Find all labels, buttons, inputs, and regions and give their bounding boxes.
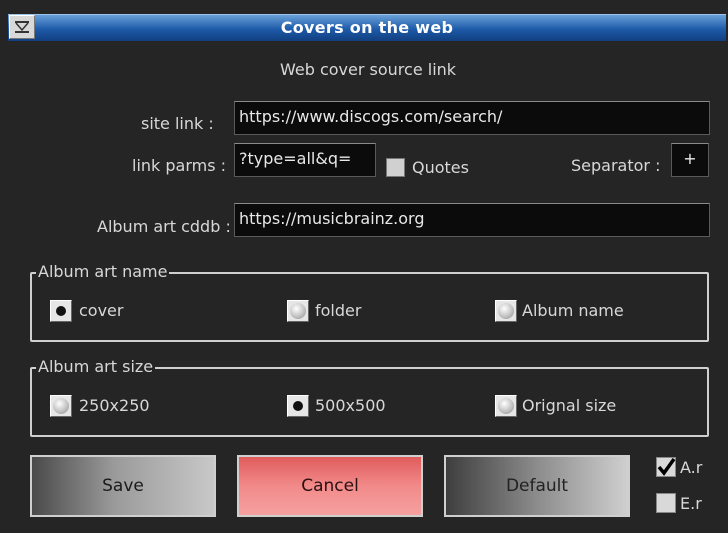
separator-label: Separator :: [571, 156, 661, 175]
er-checkbox[interactable]: [656, 493, 676, 513]
link-parms-input[interactable]: ?type=all&q=: [234, 143, 376, 177]
album-art-name-legend: Album art name: [36, 262, 170, 281]
title-bar[interactable]: Covers on the web: [8, 14, 726, 41]
site-link-label: site link :: [141, 114, 214, 133]
album-art-size-legend: Album art size: [36, 357, 156, 376]
radio-unselected-ring: [290, 303, 306, 319]
radio-original-size-label: Orignal size: [522, 396, 617, 415]
quotes-checkbox[interactable]: [386, 158, 405, 177]
checkmark-icon: [657, 457, 676, 476]
radio-500x500-label: 500x500: [315, 396, 386, 415]
radio-250x250[interactable]: [50, 395, 72, 417]
radio-folder[interactable]: [287, 300, 309, 322]
ar-label: A.r: [680, 458, 703, 477]
album-art-cddb-label: Album art cddb :: [97, 217, 231, 236]
window-menu-button[interactable]: [9, 15, 35, 39]
radio-album-name-label: Album name: [522, 301, 624, 320]
radio-250x250-label: 250x250: [79, 396, 150, 415]
radio-album-name[interactable]: [495, 300, 517, 322]
minimize-icon: [15, 21, 29, 33]
radio-cover[interactable]: [50, 300, 72, 322]
separator-input[interactable]: +: [671, 143, 709, 177]
er-label: E.r: [680, 494, 702, 513]
radio-folder-label: folder: [315, 301, 362, 320]
ar-checkbox[interactable]: [656, 457, 676, 477]
save-button[interactable]: Save: [30, 455, 216, 517]
link-parms-label: link parms :: [132, 156, 227, 175]
radio-unselected-ring: [498, 398, 514, 414]
quotes-label: Quotes: [412, 158, 469, 177]
dialog-window: Covers on the web Web cover source link …: [0, 0, 728, 533]
radio-cover-label: cover: [79, 301, 124, 320]
radio-unselected-ring: [498, 303, 514, 319]
cancel-button[interactable]: Cancel: [237, 455, 423, 517]
radio-original-size[interactable]: [495, 395, 517, 417]
radio-selected-dot: [293, 401, 303, 411]
window-title: Covers on the web: [280, 18, 454, 37]
album-art-cddb-input[interactable]: https://musicbrainz.org: [234, 203, 710, 237]
radio-selected-dot: [56, 306, 66, 316]
dialog-subtitle: Web cover source link: [280, 60, 457, 79]
site-link-input[interactable]: https://www.discogs.com/search/: [234, 101, 710, 135]
radio-500x500[interactable]: [287, 395, 309, 417]
radio-unselected-ring: [53, 398, 69, 414]
default-button[interactable]: Default: [444, 455, 630, 517]
